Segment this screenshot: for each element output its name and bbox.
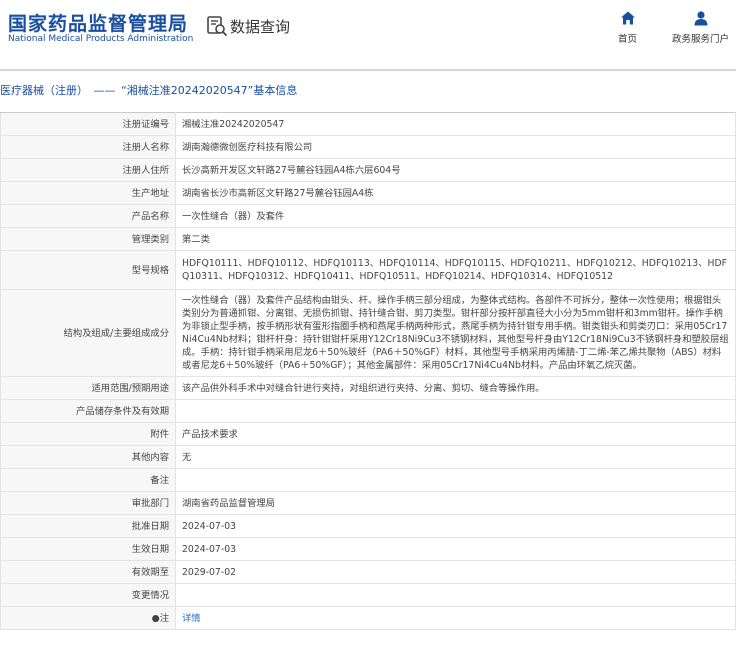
table-row: 注册人名称 湖南瀚德微创医疗科技有限公司 bbox=[0, 135, 736, 159]
table-row: 注册证编号 湘械注准20242020547 bbox=[0, 112, 736, 136]
field-label: 管理类别 bbox=[0, 227, 176, 251]
details-link[interactable]: 详情 bbox=[182, 613, 201, 624]
field-label: 注册人名称 bbox=[0, 135, 176, 159]
field-label: 备注 bbox=[0, 468, 176, 492]
field-label: ●注 bbox=[0, 606, 176, 630]
header-divider bbox=[0, 69, 736, 71]
field-value: 湖南省药品监督管理局 bbox=[175, 491, 736, 515]
field-label: 审批部门 bbox=[0, 491, 176, 515]
field-value: 2029-07-02 bbox=[175, 560, 736, 584]
nav-gov-portal-label: 政务服务门户 bbox=[672, 34, 730, 45]
nav-home[interactable]: 首页 bbox=[618, 10, 637, 45]
field-label: 结构及组成/主要组成成分 bbox=[0, 289, 176, 377]
nav-home-label: 首页 bbox=[618, 34, 638, 45]
field-value: 无 bbox=[175, 445, 736, 469]
nav-gov-portal[interactable]: 政务服务门户 bbox=[672, 10, 729, 45]
field-value: 2024-07-03 bbox=[175, 514, 736, 538]
field-value: 2024-07-03 bbox=[175, 537, 736, 561]
field-label: 产品名称 bbox=[0, 204, 176, 228]
field-value: 产品技术要求 bbox=[175, 422, 736, 446]
table-row: 生产地址 湖南省长沙市高新区文轩路27号麓谷钰园A4栋 bbox=[0, 181, 736, 205]
table-row: 管理类别 第二类 bbox=[0, 227, 736, 251]
field-value bbox=[175, 468, 736, 492]
field-label: 生产地址 bbox=[0, 181, 176, 205]
field-label: 适用范围/预期用途 bbox=[0, 376, 176, 400]
table-row: 变更情况 bbox=[0, 583, 736, 607]
table-row: 产品名称 一次性缝合（器）及套件 bbox=[0, 204, 736, 228]
field-value: 长沙高新开发区文轩路27号麓谷钰园A4栋六层604号 bbox=[175, 158, 736, 182]
table-row: 注册人住所 长沙高新开发区文轩路27号麓谷钰园A4栋六层604号 bbox=[0, 158, 736, 182]
table-row: 附件 产品技术要求 bbox=[0, 422, 736, 446]
breadcrumb-category[interactable]: 医疗器械（注册） bbox=[0, 84, 88, 97]
field-value bbox=[175, 399, 736, 423]
site-logo-en[interactable]: National Medical Products Administration bbox=[8, 34, 193, 44]
field-label: 生效日期 bbox=[0, 537, 176, 561]
field-label: 变更情况 bbox=[0, 583, 176, 607]
field-label: 其他内容 bbox=[0, 445, 176, 469]
field-label: 批准日期 bbox=[0, 514, 176, 538]
site-logo-cn[interactable]: 国家药品监督管理局 bbox=[8, 9, 188, 36]
search-document-icon bbox=[206, 15, 228, 37]
field-value: 湖南瀚德微创医疗科技有限公司 bbox=[175, 135, 736, 159]
field-label: 产品储存条件及有效期 bbox=[0, 399, 176, 423]
section-heading: 数据查询 bbox=[206, 15, 290, 37]
field-value: 湖南省长沙市高新区文轩路27号麓谷钰园A4栋 bbox=[175, 181, 736, 205]
table-row: 批准日期 2024-07-03 bbox=[0, 514, 736, 538]
table-row: ●注 详情 bbox=[0, 606, 736, 630]
field-label: 附件 bbox=[0, 422, 176, 446]
field-value: 第二类 bbox=[175, 227, 736, 251]
field-value: 湘械注准20242020547 bbox=[175, 112, 736, 136]
table-row: 备注 bbox=[0, 468, 736, 492]
breadcrumb-record: “湘械注准20242020547”基本信息 bbox=[121, 84, 298, 97]
breadcrumb: 医疗器械（注册） —— “湘械注准20242020547”基本信息 bbox=[0, 82, 297, 98]
field-value: HDFQ10111、HDFQ10112、HDFQ10113、HDFQ10114、… bbox=[175, 250, 736, 290]
table-row: 适用范围/预期用途 该产品供外科手术中对缝合针进行夹持，对组织进行夹持、分离、剪切… bbox=[0, 376, 736, 400]
breadcrumb-separator: —— bbox=[93, 84, 116, 97]
table-row: 其他内容无 bbox=[0, 445, 736, 469]
table-row: 有效期至 2029-07-02 bbox=[0, 560, 736, 584]
table-row: 生效日期 2024-07-03 bbox=[0, 537, 736, 561]
field-label: 型号规格 bbox=[0, 250, 176, 290]
table-row: 审批部门 湖南省药品监督管理局 bbox=[0, 491, 736, 515]
field-label: 有效期至 bbox=[0, 560, 176, 584]
field-value: 详情 bbox=[175, 606, 736, 630]
table-row: 型号规格 HDFQ10111、HDFQ10112、HDFQ10113、HDFQ10… bbox=[0, 250, 736, 290]
field-value: 该产品供外科手术中对缝合针进行夹持，对组织进行夹持、分离、剪切、缝合等操作用。 bbox=[175, 376, 736, 400]
site-header: 国家药品监督管理局 National Medical Products Admi… bbox=[0, 0, 736, 62]
field-label: 注册人住所 bbox=[0, 158, 176, 182]
info-table: 注册证编号 湘械注准20242020547 注册人名称 湖南瀚德微创医疗科技有限公司注… bbox=[0, 112, 736, 630]
user-icon bbox=[693, 10, 709, 26]
section-title: 数据查询 bbox=[230, 17, 291, 36]
field-value: 一次性缝合（器）及套件 bbox=[175, 204, 736, 228]
field-label: 注册证编号 bbox=[0, 112, 176, 136]
field-value: 一次性缝合（器）及套件产品结构由钳头、杆、操作手柄三部分组成，为整体式结构。各部… bbox=[175, 289, 736, 377]
home-icon bbox=[620, 10, 636, 26]
field-value bbox=[175, 583, 736, 607]
table-row: 产品储存条件及有效期 bbox=[0, 399, 736, 423]
table-row: 结构及组成/主要组成成分 一次性缝合（器）及套件产品结构由钳头、杆、操作手柄三部分… bbox=[0, 289, 736, 377]
